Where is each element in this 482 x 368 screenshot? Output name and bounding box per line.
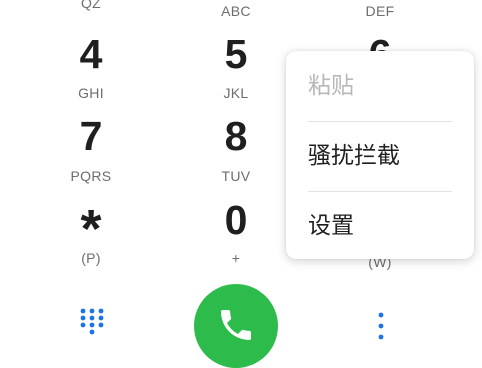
dialpad-grid-icon (80, 308, 104, 335)
key-0-letters: + (231, 250, 241, 266)
call-button[interactable] (194, 284, 278, 368)
key-8-letters: TUV (221, 168, 251, 184)
key-5[interactable]: 5 JKL (181, 30, 291, 102)
key-2-letters: ABC (221, 3, 251, 19)
menu-item-harassment-block[interactable]: 骚扰拦截 (286, 121, 474, 191)
key-0[interactable]: 0 + (181, 196, 291, 272)
key-7-letters: PQRS (70, 168, 112, 184)
key-star-letters: (P) (81, 250, 101, 266)
more-vertical-icon (378, 312, 384, 340)
phone-handset-icon (221, 310, 251, 340)
key-star[interactable]: * (P) (36, 196, 146, 272)
key-5-letters: JKL (223, 85, 249, 101)
key-7-digit: 7 (79, 113, 103, 159)
key-1[interactable]: QZ (36, 0, 146, 20)
menu-item-settings[interactable]: 设置 (286, 191, 474, 261)
menu-item-settings-label: 设置 (308, 213, 354, 239)
key-3-letters: DEF (365, 3, 395, 19)
key-4-digit: 4 (79, 31, 103, 77)
key-8[interactable]: 8 TUV (181, 112, 291, 188)
menu-item-paste[interactable]: 粘贴 (286, 51, 474, 121)
key-1-letters: QZ (80, 0, 102, 11)
key-4-letters: GHI (78, 85, 104, 101)
key-2[interactable]: ABC (181, 0, 291, 20)
more-options-button[interactable] (369, 308, 393, 344)
key-4[interactable]: 4 GHI (36, 30, 146, 102)
context-menu: 粘贴 骚扰拦截 设置 (286, 51, 474, 259)
menu-item-paste-label: 粘贴 (308, 73, 354, 99)
key-0-digit: 0 (224, 197, 248, 243)
menu-item-harassment-block-label: 骚扰拦截 (308, 143, 400, 169)
key-star-digit: * (80, 199, 102, 259)
key-5-digit: 5 (224, 31, 248, 77)
key-3[interactable]: DEF (325, 0, 435, 20)
key-7[interactable]: 7 PQRS (36, 112, 146, 188)
key-8-digit: 8 (224, 113, 248, 159)
dialpad-toggle-button[interactable] (75, 305, 109, 339)
